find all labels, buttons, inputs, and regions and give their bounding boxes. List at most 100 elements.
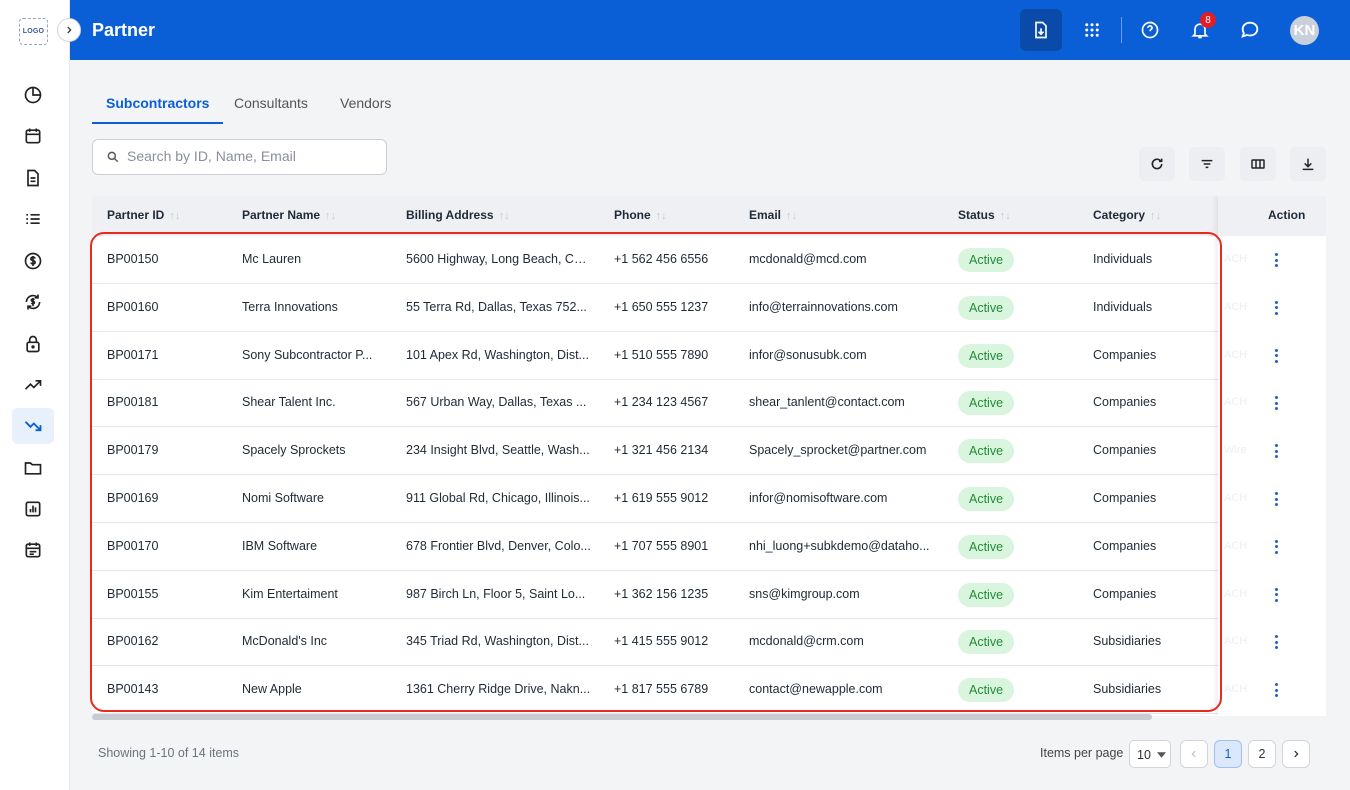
status-badge: Active (958, 582, 1015, 607)
sort-icon[interactable]: ↑↓ (1150, 210, 1161, 222)
table-row[interactable]: BP00150 Mc Lauren 5600 Highway, Long Beach… (92, 236, 1326, 284)
cell-phone: +1 234 123 4567 (614, 395, 709, 410)
table-row[interactable]: BP00171 Sony Subcontractor P... 101 Apex R… (92, 332, 1326, 380)
search-box[interactable] (92, 139, 387, 175)
cell-category: Subsidiaries (1093, 682, 1162, 697)
filter-button[interactable] (1189, 147, 1225, 181)
row-actions-menu-icon[interactable] (1272, 250, 1280, 270)
notifications-button[interactable]: 8 (1179, 9, 1221, 51)
table-row[interactable]: BP00155 Kim Entertaiment 987 Birch Ln, Flo… (92, 571, 1326, 619)
notification-badge: 8 (1200, 12, 1216, 28)
cell-partner-id: BP00150 (107, 252, 159, 266)
table-row[interactable]: BP00170 IBM Software 678 Frontier Blvd, De… (92, 523, 1326, 571)
filter-icon (1201, 159, 1213, 169)
sidebar-folder-icon[interactable] (12, 450, 54, 486)
sidebar-trending-up-icon[interactable] (12, 367, 54, 403)
tab-consultants[interactable]: Consultants (220, 88, 322, 111)
row-actions-menu-icon[interactable] (1272, 537, 1280, 557)
sort-icon[interactable]: ↑↓ (656, 210, 667, 222)
cell-phone: +1 707 555 8901 (614, 538, 709, 553)
download-file-icon (1035, 21, 1047, 39)
sidebar-dollar-icon[interactable] (12, 243, 54, 279)
chat-button[interactable] (1229, 9, 1271, 51)
cell-category: Companies (1093, 443, 1157, 458)
cell-category: Companies (1093, 538, 1157, 553)
chevron-right-icon (67, 26, 72, 34)
header-action: Action (1268, 208, 1306, 222)
sidebar-event-note-icon[interactable] (12, 532, 54, 568)
sort-icon[interactable]: ↑↓ (499, 210, 510, 222)
table-header: Partner ID ↑↓ Partner Name ↑↓ Billing Addr… (92, 196, 1326, 236)
search-input[interactable] (127, 148, 377, 164)
apps-button[interactable] (1071, 9, 1113, 51)
table-row[interactable]: BP00143 New Apple 1361 Cherry Ridge Drive,… (92, 666, 1326, 715)
cell-email: info@terrainnovations.com (749, 299, 898, 314)
header-category[interactable]: Category ↑↓ (1093, 208, 1161, 222)
chevron-left-icon (1191, 750, 1196, 758)
sort-icon[interactable]: ↑↓ (786, 210, 797, 222)
help-button[interactable] (1129, 9, 1171, 51)
cell-partner-id: BP00169 (107, 491, 159, 505)
sidebar-calendar-icon[interactable] (12, 118, 54, 154)
sidebar-lock-icon[interactable] (12, 326, 54, 362)
sidebar-currency-exchange-icon[interactable] (12, 284, 54, 320)
columns-button[interactable] (1240, 147, 1276, 181)
cell-billing-address: 987 Birch Ln, Floor 5, Saint Lo... (406, 586, 586, 601)
cell-phone: +1 321 456 2134 (614, 443, 709, 458)
row-actions-menu-icon[interactable] (1272, 632, 1280, 652)
table-row[interactable]: BP00162 McDonald's Inc 345 Triad Rd, Washi… (92, 618, 1326, 667)
header-phone[interactable]: Phone ↑↓ (614, 208, 667, 222)
sidebar-list-icon[interactable] (12, 201, 54, 237)
horizontal-scrollbar[interactable] (92, 714, 1152, 720)
sidebar-expand-button[interactable] (57, 18, 81, 42)
sort-icon[interactable]: ↑↓ (1000, 210, 1011, 222)
cell-partner-name: McDonald's Inc (242, 634, 328, 649)
tab-vendors[interactable]: Vendors (326, 88, 405, 111)
row-actions-menu-icon[interactable] (1272, 298, 1280, 318)
table-row[interactable]: BP00160 Terra Innovations 55 Terra Rd, Dal… (92, 284, 1326, 332)
help-icon (1141, 21, 1159, 39)
next-page-button[interactable] (1282, 740, 1310, 768)
header-email[interactable]: Email ↑↓ (749, 208, 797, 222)
sidebar-bar-chart-icon[interactable] (12, 491, 54, 527)
items-per-page-label: Items per page (1040, 746, 1124, 760)
cell-category: Subsidiaries (1093, 634, 1162, 649)
row-actions-menu-icon[interactable] (1272, 680, 1280, 700)
sidebar-dashboard-icon[interactable] (12, 77, 54, 113)
header-partner-id[interactable]: Partner ID ↑↓ (107, 208, 180, 222)
cell-partner-id: BP00143 (107, 682, 159, 697)
cell-phone: +1 562 456 6556 (614, 252, 709, 266)
caret-down-icon (1157, 752, 1166, 758)
import-button[interactable] (1020, 9, 1062, 51)
refresh-button[interactable] (1139, 147, 1175, 181)
page-1-button[interactable]: 1 (1214, 740, 1242, 768)
cell-billing-address: 234 Insight Blvd, Seattle, Wash... (406, 443, 590, 458)
items-per-page-select[interactable]: 10 (1129, 740, 1171, 768)
cell-phone: +1 362 156 1235 (614, 586, 709, 601)
header-status[interactable]: Status ↑↓ (958, 208, 1011, 222)
row-actions-menu-icon[interactable] (1272, 346, 1280, 366)
row-actions-menu-icon[interactable] (1272, 441, 1280, 461)
row-actions-menu-icon[interactable] (1272, 585, 1280, 605)
cell-billing-address: 567 Urban Way, Dallas, Texas ... (406, 395, 587, 410)
table-row[interactable]: BP00179 Spacely Sprockets 234 Insight Blvd… (92, 427, 1326, 476)
cell-phone: +1 817 555 6789 (614, 682, 709, 697)
table-row[interactable]: BP00169 Nomi Software 911 Global Rd, Chica… (92, 475, 1326, 523)
avatar[interactable]: KN (1290, 16, 1319, 45)
download-icon (1302, 158, 1314, 171)
chat-icon (1241, 21, 1259, 38)
sort-icon[interactable]: ↑↓ (169, 210, 180, 222)
row-actions-menu-icon[interactable] (1272, 393, 1280, 413)
cell-email: infor@nomisoftware.com (749, 491, 888, 505)
export-button[interactable] (1290, 147, 1326, 181)
header-partner-name[interactable]: Partner Name ↑↓ (242, 208, 336, 222)
prev-page-button[interactable] (1180, 740, 1208, 768)
tab-subcontractors[interactable]: Subcontractors (92, 88, 224, 124)
sidebar-document-icon[interactable] (12, 160, 54, 196)
sidebar-trending-down-icon[interactable] (12, 408, 54, 444)
table-row[interactable]: BP00181 Shear Talent Inc. 567 Urban Way, D… (92, 379, 1326, 428)
row-actions-menu-icon[interactable] (1272, 489, 1280, 509)
sort-icon[interactable]: ↑↓ (325, 210, 336, 222)
page-2-button[interactable]: 2 (1248, 740, 1276, 768)
header-billing-address[interactable]: Billing Address ↑↓ (406, 208, 510, 222)
